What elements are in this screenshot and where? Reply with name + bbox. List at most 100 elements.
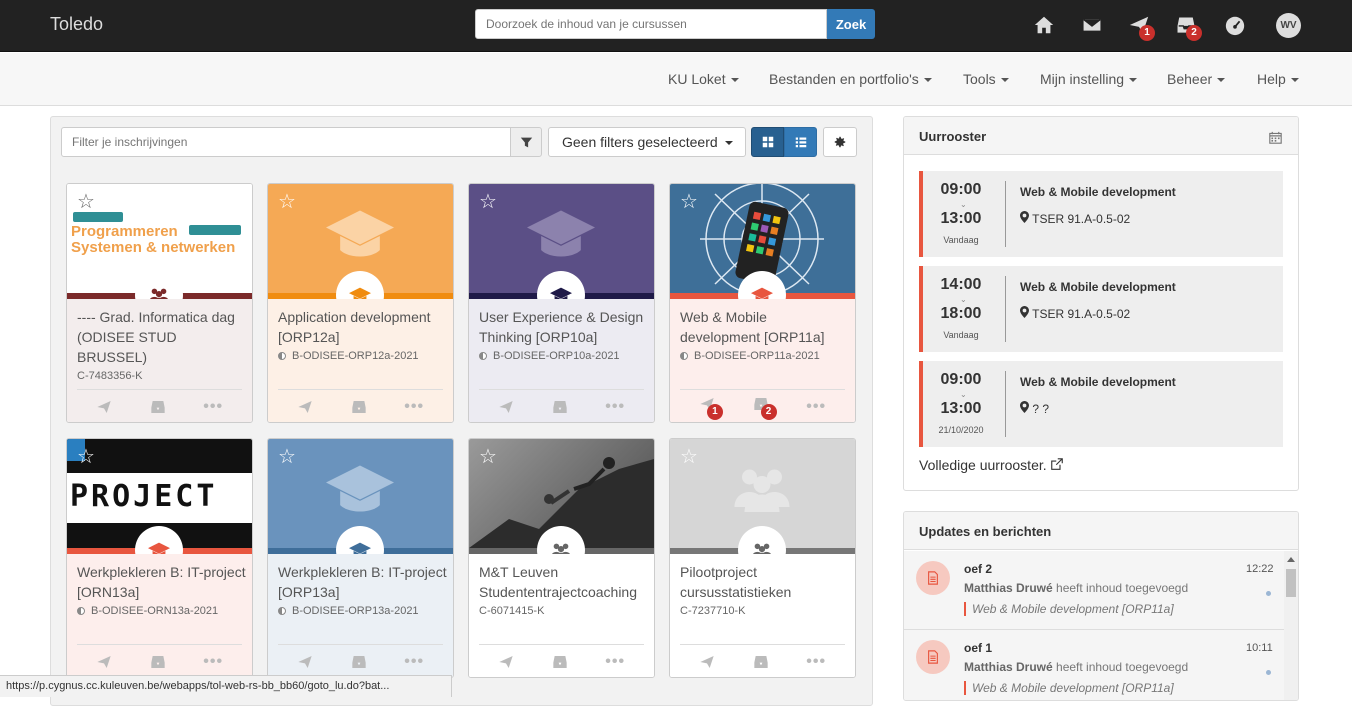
- half-circle-icon: [278, 607, 286, 616]
- favorite-star-icon[interactable]: ☆: [77, 447, 95, 467]
- home-icon[interactable]: [1032, 13, 1056, 37]
- update-action: heeft inhoud toegevoegd: [1056, 581, 1189, 595]
- schedule-slot[interactable]: 09:00 ⌄ 13:00 Vandaag Web & Mobile devel…: [919, 171, 1283, 257]
- course-title: ---- Grad. Informatica dag (ODISEE STUD …: [77, 309, 235, 365]
- card-body: Web & Mobile development [ORP11a] B-ODIS…: [670, 299, 855, 422]
- dashboard-icon[interactable]: [1223, 13, 1247, 37]
- schedule-slot[interactable]: 09:00 ⌄ 13:00 21/10/2020 Web & Mobile de…: [919, 361, 1283, 447]
- card-footer: •••: [77, 644, 242, 677]
- favorite-star-icon[interactable]: ☆: [680, 447, 698, 467]
- course-search: Zoek: [475, 9, 875, 39]
- inbox-icon[interactable]: [150, 654, 166, 670]
- schedule-header: Uurrooster: [904, 117, 1298, 155]
- nav-help[interactable]: Help: [1257, 71, 1299, 87]
- send-icon[interactable]: [297, 399, 313, 415]
- list-view-button[interactable]: [784, 127, 817, 157]
- nav-mijn-instelling[interactable]: Mijn instelling: [1040, 71, 1138, 87]
- course-card[interactable]: ☆ User Experience & Design Thinking [ORP…: [468, 183, 655, 423]
- update-time: 10:11: [1246, 642, 1273, 654]
- map-marker-icon: [1020, 401, 1029, 413]
- send-icon[interactable]: [96, 399, 112, 415]
- course-code: C-6071415-K: [479, 605, 545, 617]
- course-code-text: B-ODISEE-ORP11a-2021: [694, 350, 820, 362]
- send-icon[interactable]: [699, 654, 715, 670]
- calendar-icon[interactable]: [1269, 131, 1282, 144]
- course-card[interactable]: Programmeren Systemen & netwerken ☆ ----…: [66, 183, 253, 423]
- settings-button[interactable]: [823, 127, 857, 157]
- card-footer: •••: [278, 644, 443, 677]
- more-icon[interactable]: •••: [404, 398, 424, 416]
- update-item[interactable]: oef 1 10:11 Matthias Druwé heeft inhoud …: [904, 630, 1284, 700]
- send-icon[interactable]: [297, 654, 313, 670]
- nav-beheer[interactable]: Beheer: [1167, 71, 1226, 87]
- favorite-star-icon[interactable]: ☆: [77, 192, 95, 212]
- filter-icon: [520, 137, 532, 147]
- external-link-icon: [1050, 458, 1063, 470]
- nav-bestanden[interactable]: Bestanden en portfolio's: [769, 71, 932, 87]
- send-badge: 1: [1139, 25, 1155, 41]
- favorite-star-icon[interactable]: ☆: [680, 192, 698, 212]
- course-card[interactable]: PROJECT ☆ Werkplekleren B: IT-project [O…: [66, 438, 253, 678]
- send-icon[interactable]: [96, 654, 112, 670]
- send-icon[interactable]: [498, 399, 514, 415]
- inbox-icon[interactable]: [351, 399, 367, 415]
- update-author: Matthias Druwé heeft inhoud toegevoegd: [964, 581, 1188, 595]
- scroll-up-arrow-icon[interactable]: [1287, 557, 1295, 562]
- more-icon[interactable]: •••: [605, 398, 625, 416]
- course-card[interactable]: ☆ M&T Leuven Studententrajectcoaching C-…: [468, 438, 655, 678]
- inbox-button[interactable]: 2: [753, 396, 777, 420]
- more-icon[interactable]: •••: [605, 653, 625, 671]
- inbox-icon[interactable]: [552, 654, 568, 670]
- search-button[interactable]: Zoek: [827, 9, 875, 39]
- end-time: 13:00: [940, 400, 982, 417]
- nav-ku-loket[interactable]: KU Loket: [668, 71, 739, 87]
- grid-view-button[interactable]: [751, 127, 784, 157]
- filter-select[interactable]: Geen filters geselecteerd: [548, 127, 746, 157]
- nav-label: Bestanden en portfolio's: [769, 71, 919, 87]
- slot-day: Vandaag: [943, 330, 979, 340]
- card-footer: •••: [77, 389, 242, 422]
- favorite-star-icon[interactable]: ☆: [278, 447, 296, 467]
- search-input[interactable]: [475, 9, 827, 39]
- nav-tools[interactable]: Tools: [963, 71, 1009, 87]
- course-card[interactable]: ☆ Werkplekleren B: IT-project [ORP13a] B…: [267, 438, 454, 678]
- full-schedule-link[interactable]: Volledige uurrooster.: [919, 457, 1063, 473]
- brand-logo[interactable]: Toledo: [50, 14, 103, 35]
- inbox-icon[interactable]: 2: [1174, 13, 1202, 41]
- filter-button[interactable]: [510, 127, 542, 157]
- update-item[interactable]: oef 2 12:22 Matthias Druwé heeft inhoud …: [904, 551, 1284, 630]
- favorite-star-icon[interactable]: ☆: [479, 192, 497, 212]
- inbox-icon[interactable]: [753, 654, 769, 670]
- send-icon[interactable]: 1: [1127, 13, 1155, 41]
- more-icon[interactable]: •••: [404, 653, 424, 671]
- favorite-star-icon[interactable]: ☆: [278, 192, 296, 212]
- inbox-icon[interactable]: [552, 399, 568, 415]
- avatar[interactable]: WV: [1276, 13, 1301, 38]
- course-code: C-7483356-K: [77, 370, 143, 382]
- scrollbar-thumb[interactable]: [1286, 569, 1296, 597]
- course-card[interactable]: ☆ Pilootproject cursusstatistieken C-723…: [669, 438, 856, 678]
- schedule-panel: Uurrooster 09:00 ⌄ 13:00 Vandaag Web & M…: [903, 116, 1299, 491]
- course-card[interactable]: ☆ Web & Mobile development [ORP11a] B-OD…: [669, 183, 856, 423]
- more-icon[interactable]: •••: [806, 653, 826, 671]
- mail-icon[interactable]: [1080, 13, 1104, 37]
- send-button[interactable]: 1: [699, 396, 723, 420]
- more-icon[interactable]: •••: [203, 398, 223, 416]
- update-course: Web & Mobile development [ORP11a]: [964, 681, 1174, 695]
- favorite-star-icon[interactable]: ☆: [479, 447, 497, 467]
- scrollbar[interactable]: [1284, 551, 1298, 700]
- inbox-icon[interactable]: [351, 654, 367, 670]
- more-icon[interactable]: •••: [806, 398, 826, 416]
- more-icon[interactable]: •••: [203, 653, 223, 671]
- course-code: B-ODISEE-ORN13a-2021: [77, 605, 218, 617]
- slot-location: TSER 91.A-0.5-02: [1020, 306, 1130, 321]
- enrollment-filter-input[interactable]: [61, 127, 511, 157]
- course-card[interactable]: ☆ Application development [ORP12a] B-ODI…: [267, 183, 454, 423]
- nav-label: Beheer: [1167, 71, 1213, 87]
- send-icon[interactable]: [498, 654, 514, 670]
- caret-down-icon: [923, 78, 932, 83]
- inbox-icon[interactable]: [150, 399, 166, 415]
- course-code: B-ODISEE-ORP12a-2021: [278, 350, 419, 362]
- top-bar: Toledo Zoek 1 2 WV: [0, 0, 1352, 52]
- schedule-slot[interactable]: 14:00 ⌄ 18:00 Vandaag Web & Mobile devel…: [919, 266, 1283, 352]
